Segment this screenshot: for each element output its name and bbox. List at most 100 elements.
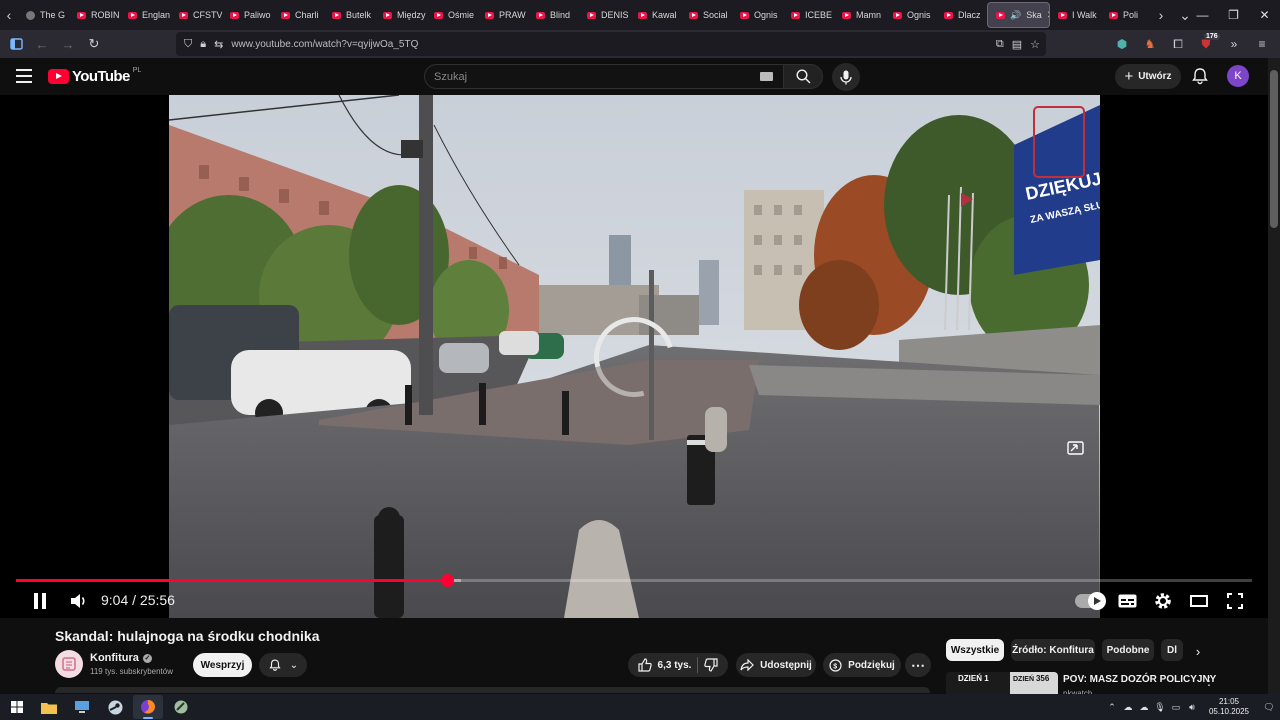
clock[interactable]: 21:05 05.10.2025 (1200, 697, 1258, 717)
microphone-tray-icon[interactable]: 🎙︎ (1152, 702, 1168, 713)
tab-scroll-left-icon[interactable]: ‹ (0, 0, 18, 30)
thanks-button[interactable]: $ Podziękuj (823, 653, 901, 677)
file-explorer-icon[interactable] (34, 695, 64, 719)
restore-icon[interactable]: ❐ (1218, 0, 1249, 30)
scrollbar-thumb[interactable] (1270, 70, 1278, 228)
browser-tab[interactable]: Poli (1101, 2, 1152, 28)
browser-tab[interactable]: DENIS (579, 2, 630, 28)
bookmark-star-icon[interactable]: ☆ (1030, 38, 1040, 51)
network-icon[interactable]: ▭ (1168, 702, 1184, 713)
chip-partial[interactable]: Dl (1161, 639, 1183, 661)
browser-tab[interactable]: Englan (120, 2, 171, 28)
chip-all[interactable]: Wszystkie (946, 639, 1004, 661)
mute-button[interactable] (66, 588, 92, 614)
tracking-shield-icon[interactable]: ⛉ (184, 38, 192, 51)
address-bar[interactable]: ⛉ 🔒︎ ⇆ www.youtube.com/watch?v=qyijwOa_5… (176, 32, 1046, 56)
create-button[interactable]: + Utwórz (1115, 64, 1181, 89)
tool-app-icon[interactable] (166, 695, 196, 719)
more-actions-button[interactable]: ⋯ (905, 653, 931, 677)
permissions-icon[interactable]: ⇆ (214, 38, 223, 51)
reader-view-icon[interactable]: ▤ (1012, 38, 1022, 51)
dislike-button[interactable] (704, 658, 719, 672)
channel-avatar[interactable] (55, 650, 83, 678)
keyboard-icon[interactable] (760, 72, 773, 81)
start-button[interactable] (2, 695, 32, 719)
reload-icon[interactable]: ↻ (82, 32, 106, 56)
browser-tab[interactable]: Mamn (834, 2, 885, 28)
theater-mode-button[interactable] (1186, 588, 1212, 614)
tab-label: Ska (1026, 10, 1042, 20)
browser-tab[interactable]: Dlacz (936, 2, 987, 28)
browser-tab[interactable]: Kawal (630, 2, 681, 28)
subtitles-button[interactable] (1114, 588, 1140, 614)
notifications-icon[interactable]: 🗨︎ (1258, 702, 1280, 713)
account-avatar[interactable]: K (1227, 65, 1249, 87)
chip-scroll-right-icon[interactable]: › (1188, 641, 1208, 661)
forward-icon[interactable]: → (56, 32, 80, 56)
tab-label: ROBIN (91, 10, 120, 20)
app-menu-icon[interactable]: ≡ (1250, 32, 1274, 56)
firefox-icon[interactable] (133, 695, 163, 719)
browser-tab[interactable]: Ognis (885, 2, 936, 28)
pause-button[interactable] (28, 588, 52, 614)
speaker-icon[interactable]: 🔊 (1010, 10, 1021, 21)
guide-menu-icon[interactable] (16, 69, 32, 83)
back-icon[interactable]: ← (30, 32, 54, 56)
browser-tab[interactable]: The G (18, 2, 69, 28)
overflow-chevron-icon[interactable]: » (1222, 32, 1246, 56)
browser-tab[interactable]: Butelk (324, 2, 375, 28)
chip-related[interactable]: Podobne (1102, 639, 1154, 661)
channel-name[interactable]: Konfitura ✓ (90, 652, 152, 664)
support-button[interactable]: Wesprzyj (193, 653, 252, 677)
sidebar-toggle-icon[interactable] (4, 32, 28, 56)
browser-tab[interactable]: Paliwo (222, 2, 273, 28)
like-button[interactable]: 6,3 tys. (637, 658, 691, 672)
browser-tab[interactable]: Blind (528, 2, 579, 28)
notifications-bell-icon[interactable] (1190, 66, 1210, 86)
remote-desktop-icon[interactable] (67, 695, 97, 719)
extensions-puzzle-icon[interactable]: ⧠ (1166, 32, 1190, 56)
miniplayer-button[interactable] (1063, 437, 1087, 459)
share-button[interactable]: Udostępnij (736, 653, 816, 677)
onedrive-icon[interactable]: ☁ (1120, 702, 1136, 713)
description-box[interactable] (55, 687, 930, 693)
tray-overflow-icon[interactable]: ⌃ (1104, 702, 1120, 713)
recommendation-title[interactable]: POV: MASZ DOZÓR POLICYJNY (1063, 674, 1216, 685)
search-input[interactable]: Szukaj (424, 64, 784, 89)
fullscreen-button[interactable] (1222, 588, 1248, 614)
browser-tab[interactable]: CFSTV (171, 2, 222, 28)
youtube-logo[interactable]: YouTube PL (48, 67, 141, 85)
browser-tab[interactable]: PRAW (477, 2, 528, 28)
lock-icon[interactable]: 🔒︎ (200, 38, 206, 51)
speaker-tray-icon[interactable]: 🔊︎ (1184, 702, 1200, 713)
browser-tab[interactable]: Charli (273, 2, 324, 28)
browser-tab[interactable]: ROBIN (69, 2, 120, 28)
autoplay-toggle[interactable] (1075, 592, 1106, 610)
page-scrollbar[interactable] (1268, 58, 1280, 698)
tab-scroll-right-icon[interactable]: › (1152, 0, 1170, 30)
cloud-icon[interactable]: ☁ (1136, 702, 1152, 713)
ublock-icon[interactable]: ⛊ 176 (1194, 32, 1220, 56)
browser-tab[interactable]: Ośmie (426, 2, 477, 28)
subscription-bell-button[interactable]: ⌄ (259, 653, 307, 677)
browser-tab[interactable]: I Walk (1050, 2, 1101, 28)
picture-in-picture-icon[interactable]: ⧉ (996, 38, 1004, 51)
voice-search-button[interactable] (832, 63, 860, 91)
chip-source[interactable]: Źródło: Konfitura (1011, 639, 1095, 661)
recommendation-thumbnail[interactable]: DZIEŃ 1 DZIEŃ 356 (946, 672, 1058, 694)
close-window-icon[interactable]: ✕ (1249, 0, 1280, 30)
video-player[interactable]: DZIĘKUJE ZA WASZĄ SŁU 9:04 / 25:56 (0, 95, 1268, 618)
minimize-icon[interactable]: — (1187, 0, 1218, 30)
browser-tab[interactable]: ICEBE (783, 2, 834, 28)
settings-button[interactable]: 4K (1150, 588, 1176, 614)
browser-tab[interactable]: Między (375, 2, 426, 28)
shield-extension-icon[interactable]: ⬢ (1110, 32, 1134, 56)
browser-tab[interactable]: Social (681, 2, 732, 28)
recommendation-menu-icon[interactable]: ⋮ (1203, 674, 1215, 688)
fox-extension-icon[interactable]: ♞ (1138, 32, 1162, 56)
browser-tab[interactable]: Ognis (732, 2, 783, 28)
progress-bar[interactable] (16, 574, 1252, 587)
search-button[interactable] (783, 64, 823, 89)
steam-icon[interactable] (100, 695, 130, 719)
tab-active[interactable]: 🔊 Ska ✕ (987, 2, 1050, 28)
